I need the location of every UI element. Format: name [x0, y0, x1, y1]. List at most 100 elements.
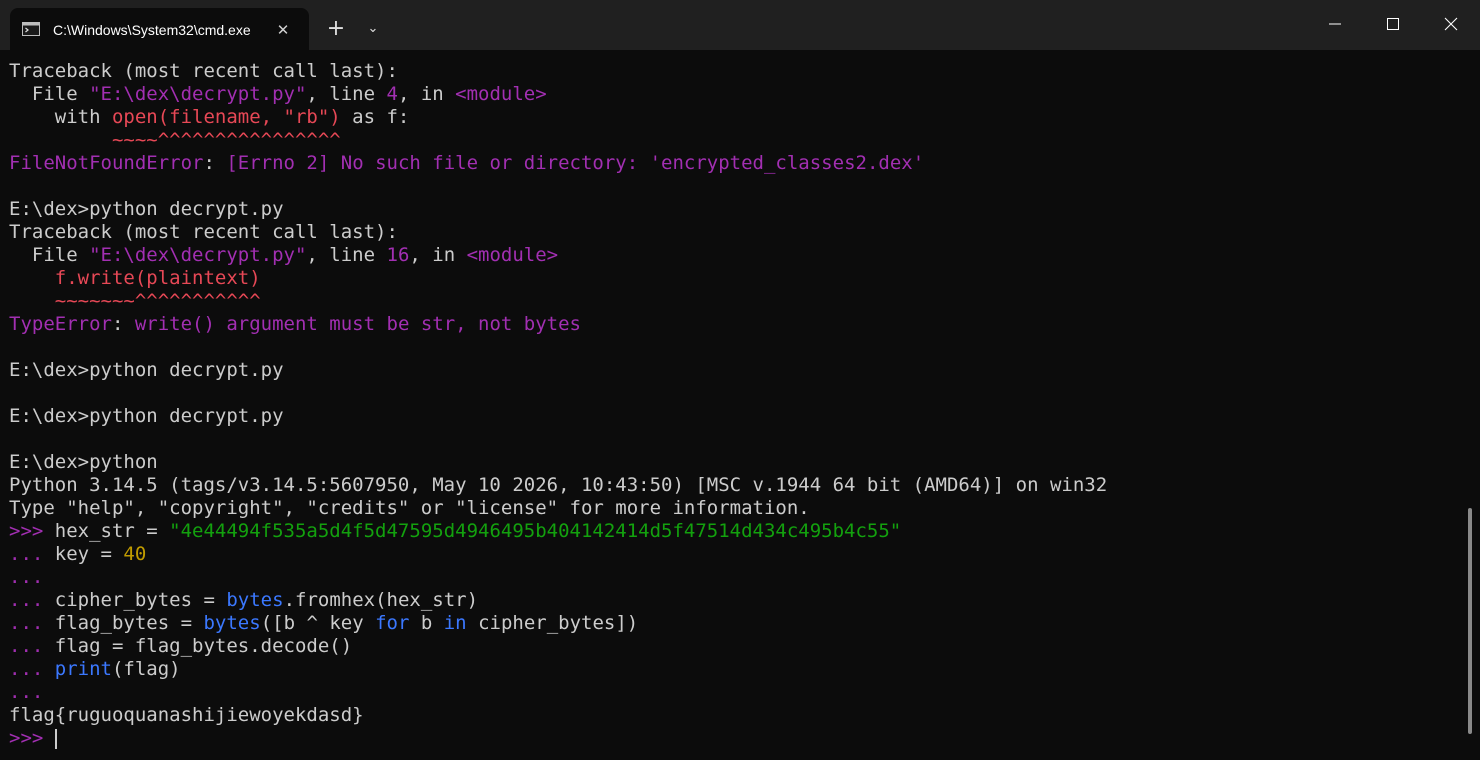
minimize-button[interactable] [1306, 0, 1364, 48]
terminal-text: ... [9, 635, 55, 657]
terminal-text: flag{ruguoquanashijiewoyekdasd} [9, 704, 364, 726]
terminal-line: FileNotFoundError: [Errno 2] No such fil… [0, 152, 1470, 175]
close-icon [1444, 17, 1458, 31]
terminal-line: Python 3.14.5 (tags/v3.14.5:5607950, May… [0, 474, 1470, 497]
terminal-text: bytes [226, 589, 284, 611]
terminal-text: : [203, 152, 227, 174]
terminal-text: key = [54, 543, 124, 565]
terminal-text: File [9, 83, 90, 105]
terminal-text: ... [9, 681, 44, 703]
terminal-text: , in [397, 83, 456, 105]
terminal-line: File "E:\dex\decrypt.py", line 4, in <mo… [0, 83, 1470, 106]
terminal-text: >>> [9, 727, 55, 749]
terminal-line: E:\dex>python [0, 451, 1470, 474]
terminal-line: ... print(flag) [0, 658, 1470, 681]
terminal-line: File "E:\dex\decrypt.py", line 16, in <m… [0, 244, 1470, 267]
text-cursor [54, 728, 57, 749]
terminal-text: Traceback (most recent call last): [9, 221, 398, 243]
terminal-line: ... cipher_bytes = bytes.fromhex(hex_str… [0, 589, 1470, 612]
terminal-text: (flag) [111, 658, 181, 680]
terminal-text: ~~~~~~~^^^^^^^^^^^ [9, 290, 261, 312]
terminal-text: f.write(plaintext) [9, 267, 261, 289]
terminal-text: >>> [9, 520, 55, 542]
terminal-line: ... [0, 566, 1470, 589]
terminal-text: hex_str = [54, 520, 170, 542]
terminal-text: open(filename, "rb") [111, 106, 341, 128]
terminal-text: FileNotFoundError [9, 152, 204, 174]
terminal-text: print [54, 658, 112, 680]
tab-cmd[interactable]: C:\Windows\System32\cmd.exe ✕ [10, 8, 309, 50]
terminal-line: >>> [0, 727, 1470, 750]
terminal-text: E:\dex>python [9, 451, 158, 473]
terminal-text: bytes [203, 612, 261, 634]
terminal-line: ... [0, 681, 1470, 704]
terminal-text: ... [9, 543, 55, 565]
terminal-line: Traceback (most recent call last): [0, 60, 1470, 83]
terminal-line: TypeError: write() argument must be str,… [0, 313, 1470, 336]
terminal-line: >>> hex_str = "4e44494f535a5d4f5d47595d4… [0, 520, 1470, 543]
terminal-text: "E:\dex\decrypt.py" [89, 244, 307, 266]
terminal-text: cipher_bytes = [54, 589, 227, 611]
terminal-text: , line [306, 244, 387, 266]
terminal-line: ... key = 40 [0, 543, 1470, 566]
terminal-text: write() argument must be str, not bytes [134, 313, 581, 335]
terminal-text: <module> [466, 244, 559, 266]
terminal-text: E:\dex>python decrypt.py [9, 198, 284, 220]
terminal-text: [Errno 2] No such file or directory: 'en… [226, 152, 925, 174]
terminal-output[interactable]: Traceback (most recent call last): File … [0, 60, 1470, 760]
terminal-text: in [443, 612, 467, 634]
tab-title: C:\Windows\System32\cmd.exe [53, 22, 251, 38]
minimize-icon [1329, 23, 1341, 25]
terminal-text: Type "help", "copyright", "credits" or "… [9, 497, 810, 519]
terminal-line: ... flag = flag_bytes.decode() [0, 635, 1470, 658]
terminal-text: ... [9, 658, 55, 680]
terminal-line: with open(filename, "rb") as f: [0, 106, 1470, 129]
title-bar: C:\Windows\System32\cmd.exe ✕ + ⌄ [0, 0, 1480, 50]
terminal-text: flag_bytes = [54, 612, 204, 634]
terminal-text: TypeError [9, 313, 112, 335]
terminal-text: ... [9, 566, 44, 588]
close-tab-icon[interactable]: ✕ [272, 19, 294, 41]
terminal-text: File [9, 244, 90, 266]
terminal-text: .fromhex(hex_str) [283, 589, 479, 611]
terminal-text: ... [9, 589, 55, 611]
terminal-text: "E:\dex\decrypt.py" [89, 83, 307, 105]
terminal-line: ~~~~^^^^^^^^^^^^^^^^ [0, 129, 1470, 152]
terminal-text: 40 [123, 543, 147, 565]
terminal-line: ... flag_bytes = bytes([b ^ key for b in… [0, 612, 1470, 635]
terminal-text: as f: [340, 106, 410, 128]
terminal-line: E:\dex>python decrypt.py [0, 405, 1470, 428]
terminal-line: flag{ruguoquanashijiewoyekdasd} [0, 704, 1470, 727]
terminal-text: ~~~~^^^^^^^^^^^^^^^^ [9, 129, 341, 151]
terminal-text: E:\dex>python decrypt.py [9, 405, 284, 427]
terminal-text: Traceback (most recent call last): [9, 60, 398, 82]
close-window-button[interactable] [1422, 0, 1480, 48]
terminal-text: Python 3.14.5 (tags/v3.14.5:5607950, May… [9, 474, 1108, 496]
terminal-text: , in [409, 244, 467, 266]
terminal-text: flag = flag_bytes.decode() [54, 635, 353, 657]
terminal-text: cipher_bytes]) [466, 612, 639, 634]
terminal-text: ([b ^ key [260, 612, 376, 634]
terminal-text: with [9, 106, 112, 128]
terminal-line: ~~~~~~~^^^^^^^^^^^ [0, 290, 1470, 313]
scrollbar-thumb[interactable] [1468, 508, 1472, 734]
maximize-icon [1387, 18, 1399, 30]
new-tab-button[interactable]: + [322, 15, 350, 43]
terminal-text: 4 [386, 83, 398, 105]
maximize-button[interactable] [1364, 0, 1422, 48]
console-icon [22, 22, 40, 36]
terminal-line: E:\dex>python decrypt.py [0, 359, 1470, 382]
terminal-text: <module> [455, 83, 547, 105]
terminal-text: b [409, 612, 444, 634]
terminal-text: 16 [386, 244, 410, 266]
terminal-line: E:\dex>python decrypt.py [0, 198, 1470, 221]
terminal-text: E:\dex>python decrypt.py [9, 359, 284, 381]
terminal-text: for [375, 612, 410, 634]
chevron-down-icon[interactable]: ⌄ [359, 15, 387, 43]
terminal-line: f.write(plaintext) [0, 267, 1470, 290]
terminal-text: , line [306, 83, 387, 105]
